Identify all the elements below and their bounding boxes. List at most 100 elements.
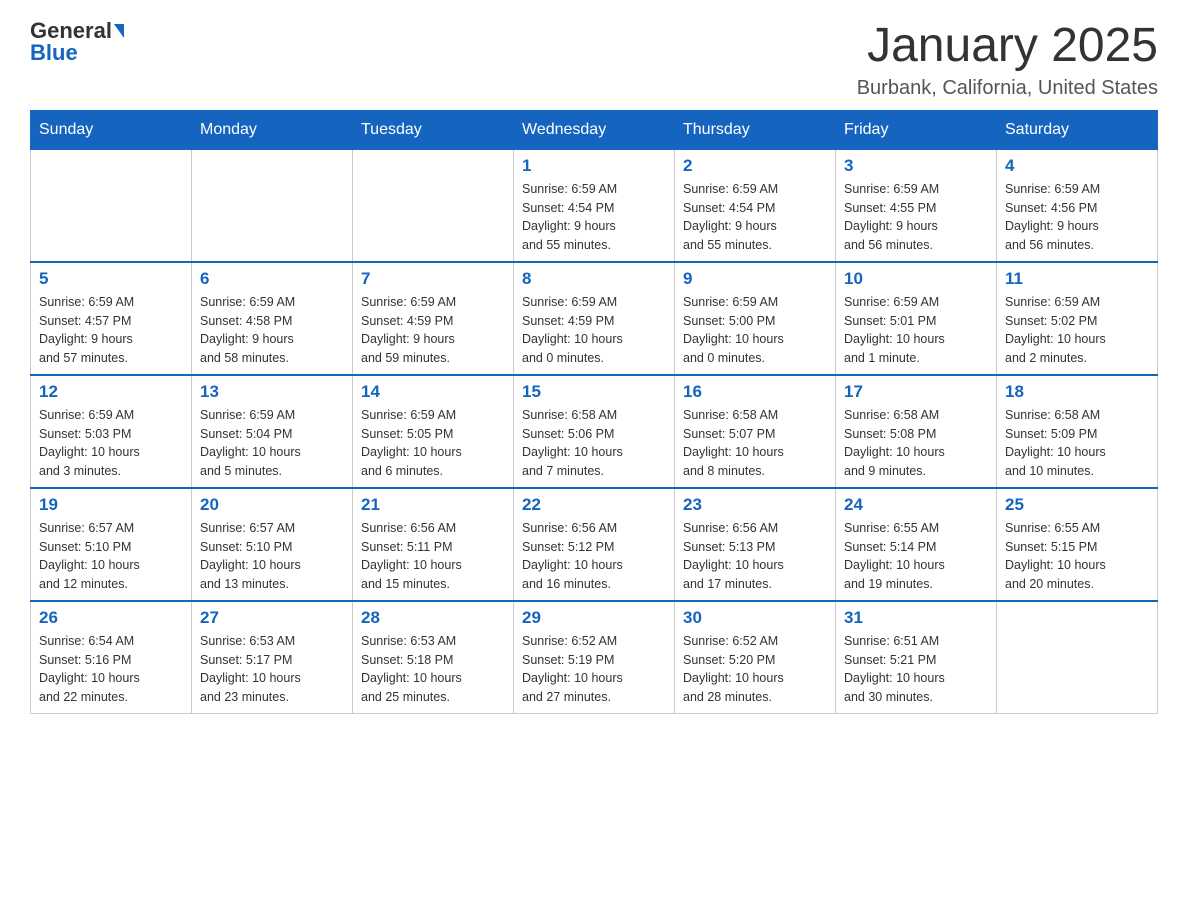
day-info: Sunrise: 6:53 AM Sunset: 5:17 PM Dayligh… <box>200 632 344 707</box>
calendar-cell: 31Sunrise: 6:51 AM Sunset: 5:21 PM Dayli… <box>836 601 997 714</box>
day-number: 25 <box>1005 495 1149 515</box>
day-info: Sunrise: 6:59 AM Sunset: 5:05 PM Dayligh… <box>361 406 505 481</box>
calendar-week-row: 19 Sunrise: 6:57 AM Sunset: 5:10 PM Dayli… <box>31 488 1158 601</box>
calendar-cell: 10 Sunrise: 6:59 AM Sunset: 5:01 PM Dayli… <box>836 262 997 375</box>
day-number: 2 <box>683 156 827 176</box>
calendar-cell: 14 Sunrise: 6:59 AM Sunset: 5:05 PM Dayli… <box>353 375 514 488</box>
calendar-cell: 8 Sunrise: 6:59 AM Sunset: 4:59 PM Daylig… <box>514 262 675 375</box>
day-info: Sunrise: 6:59 AM Sunset: 4:58 PM Dayligh… <box>200 293 344 368</box>
day-number: 21 <box>361 495 505 515</box>
calendar-cell: 30 Sunrise: 6:52 AM Sunset: 5:20 PM Dayli… <box>675 601 836 714</box>
calendar-day-header: Wednesday <box>514 110 675 149</box>
day-info: Sunrise: 6:52 AM Sunset: 5:20 PM Dayligh… <box>683 632 827 707</box>
day-info: Sunrise: 6:56 AM Sunset: 5:11 PM Dayligh… <box>361 519 505 594</box>
calendar-day-header: Thursday <box>675 110 836 149</box>
day-number: 23 <box>683 495 827 515</box>
day-info: Sunrise: 6:58 AM Sunset: 5:06 PM Dayligh… <box>522 406 666 481</box>
day-info: Sunrise: 6:53 AM Sunset: 5:18 PM Dayligh… <box>361 632 505 707</box>
calendar-week-row: 5 Sunrise: 6:59 AM Sunset: 4:57 PM Daylig… <box>31 262 1158 375</box>
calendar-day-header: Tuesday <box>353 110 514 149</box>
day-info: Sunrise: 6:59 AM Sunset: 4:54 PM Dayligh… <box>683 180 827 255</box>
calendar-cell: 5 Sunrise: 6:59 AM Sunset: 4:57 PM Daylig… <box>31 262 192 375</box>
day-number: 8 <box>522 269 666 289</box>
day-info: Sunrise: 6:57 AM Sunset: 5:10 PM Dayligh… <box>200 519 344 594</box>
day-number: 12 <box>39 382 183 402</box>
calendar-cell: 13 Sunrise: 6:59 AM Sunset: 5:04 PM Dayli… <box>192 375 353 488</box>
day-number: 28 <box>361 608 505 628</box>
day-number: 9 <box>683 269 827 289</box>
day-number: 6 <box>200 269 344 289</box>
day-info: Sunrise: 6:59 AM Sunset: 4:56 PM Dayligh… <box>1005 180 1149 255</box>
day-number: 3 <box>844 156 988 176</box>
day-number: 16 <box>683 382 827 402</box>
day-number: 19 <box>39 495 183 515</box>
calendar-week-row: 26 Sunrise: 6:54 AM Sunset: 5:16 PM Dayli… <box>31 601 1158 714</box>
day-number: 13 <box>200 382 344 402</box>
calendar-cell: 26 Sunrise: 6:54 AM Sunset: 5:16 PM Dayli… <box>31 601 192 714</box>
logo-blue-text: Blue <box>30 42 78 64</box>
day-number: 10 <box>844 269 988 289</box>
calendar-cell: 27 Sunrise: 6:53 AM Sunset: 5:17 PM Dayli… <box>192 601 353 714</box>
calendar-cell: 28 Sunrise: 6:53 AM Sunset: 5:18 PM Dayli… <box>353 601 514 714</box>
calendar-cell: 1Sunrise: 6:59 AM Sunset: 4:54 PM Daylig… <box>514 149 675 262</box>
day-number: 7 <box>361 269 505 289</box>
day-number: 15 <box>522 382 666 402</box>
day-number: 4 <box>1005 156 1149 176</box>
calendar-cell: 17 Sunrise: 6:58 AM Sunset: 5:08 PM Dayli… <box>836 375 997 488</box>
calendar-table: SundayMondayTuesdayWednesdayThursdayFrid… <box>30 110 1158 714</box>
calendar-cell: 12 Sunrise: 6:59 AM Sunset: 5:03 PM Dayli… <box>31 375 192 488</box>
day-number: 14 <box>361 382 505 402</box>
day-number: 18 <box>1005 382 1149 402</box>
day-info: Sunrise: 6:57 AM Sunset: 5:10 PM Dayligh… <box>39 519 183 594</box>
calendar-cell <box>192 149 353 262</box>
calendar-cell <box>353 149 514 262</box>
day-info: Sunrise: 6:59 AM Sunset: 5:01 PM Dayligh… <box>844 293 988 368</box>
calendar-cell: 9 Sunrise: 6:59 AM Sunset: 5:00 PM Daylig… <box>675 262 836 375</box>
day-info: Sunrise: 6:54 AM Sunset: 5:16 PM Dayligh… <box>39 632 183 707</box>
day-info: Sunrise: 6:59 AM Sunset: 4:57 PM Dayligh… <box>39 293 183 368</box>
calendar-day-header: Saturday <box>997 110 1158 149</box>
day-info: Sunrise: 6:59 AM Sunset: 5:03 PM Dayligh… <box>39 406 183 481</box>
location-text: Burbank, California, United States <box>857 77 1158 100</box>
day-info: Sunrise: 6:55 AM Sunset: 5:14 PM Dayligh… <box>844 519 988 594</box>
calendar-header-row: SundayMondayTuesdayWednesdayThursdayFrid… <box>31 110 1158 149</box>
calendar-cell: 23 Sunrise: 6:56 AM Sunset: 5:13 PM Dayli… <box>675 488 836 601</box>
month-title: January 2025 <box>857 20 1158 73</box>
logo: General Blue <box>30 20 124 64</box>
calendar-cell <box>31 149 192 262</box>
calendar-cell <box>997 601 1158 714</box>
day-info: Sunrise: 6:59 AM Sunset: 4:55 PM Dayligh… <box>844 180 988 255</box>
calendar-cell: 20Sunrise: 6:57 AM Sunset: 5:10 PM Dayli… <box>192 488 353 601</box>
day-number: 31 <box>844 608 988 628</box>
day-info: Sunrise: 6:56 AM Sunset: 5:12 PM Dayligh… <box>522 519 666 594</box>
calendar-cell: 16Sunrise: 6:58 AM Sunset: 5:07 PM Dayli… <box>675 375 836 488</box>
day-number: 27 <box>200 608 344 628</box>
day-info: Sunrise: 6:59 AM Sunset: 5:00 PM Dayligh… <box>683 293 827 368</box>
day-number: 26 <box>39 608 183 628</box>
calendar-cell: 4 Sunrise: 6:59 AM Sunset: 4:56 PM Daylig… <box>997 149 1158 262</box>
day-info: Sunrise: 6:58 AM Sunset: 5:08 PM Dayligh… <box>844 406 988 481</box>
calendar-cell: 25 Sunrise: 6:55 AM Sunset: 5:15 PM Dayli… <box>997 488 1158 601</box>
calendar-week-row: 1Sunrise: 6:59 AM Sunset: 4:54 PM Daylig… <box>31 149 1158 262</box>
page-header: General Blue January 2025 Burbank, Calif… <box>30 20 1158 100</box>
day-number: 5 <box>39 269 183 289</box>
day-number: 30 <box>683 608 827 628</box>
day-number: 29 <box>522 608 666 628</box>
day-info: Sunrise: 6:58 AM Sunset: 5:09 PM Dayligh… <box>1005 406 1149 481</box>
day-info: Sunrise: 6:59 AM Sunset: 5:04 PM Dayligh… <box>200 406 344 481</box>
calendar-cell: 15 Sunrise: 6:58 AM Sunset: 5:06 PM Dayli… <box>514 375 675 488</box>
day-info: Sunrise: 6:59 AM Sunset: 4:59 PM Dayligh… <box>522 293 666 368</box>
day-info: Sunrise: 6:59 AM Sunset: 4:54 PM Dayligh… <box>522 180 666 255</box>
day-number: 17 <box>844 382 988 402</box>
calendar-cell: 11Sunrise: 6:59 AM Sunset: 5:02 PM Dayli… <box>997 262 1158 375</box>
calendar-cell: 18 Sunrise: 6:58 AM Sunset: 5:09 PM Dayli… <box>997 375 1158 488</box>
calendar-cell: 2 Sunrise: 6:59 AM Sunset: 4:54 PM Daylig… <box>675 149 836 262</box>
day-info: Sunrise: 6:56 AM Sunset: 5:13 PM Dayligh… <box>683 519 827 594</box>
calendar-cell: 29Sunrise: 6:52 AM Sunset: 5:19 PM Dayli… <box>514 601 675 714</box>
day-info: Sunrise: 6:55 AM Sunset: 5:15 PM Dayligh… <box>1005 519 1149 594</box>
calendar-day-header: Monday <box>192 110 353 149</box>
calendar-week-row: 12 Sunrise: 6:59 AM Sunset: 5:03 PM Dayli… <box>31 375 1158 488</box>
calendar-cell: 19 Sunrise: 6:57 AM Sunset: 5:10 PM Dayli… <box>31 488 192 601</box>
calendar-cell: 6 Sunrise: 6:59 AM Sunset: 4:58 PM Daylig… <box>192 262 353 375</box>
title-section: January 2025 Burbank, California, United… <box>857 20 1158 100</box>
